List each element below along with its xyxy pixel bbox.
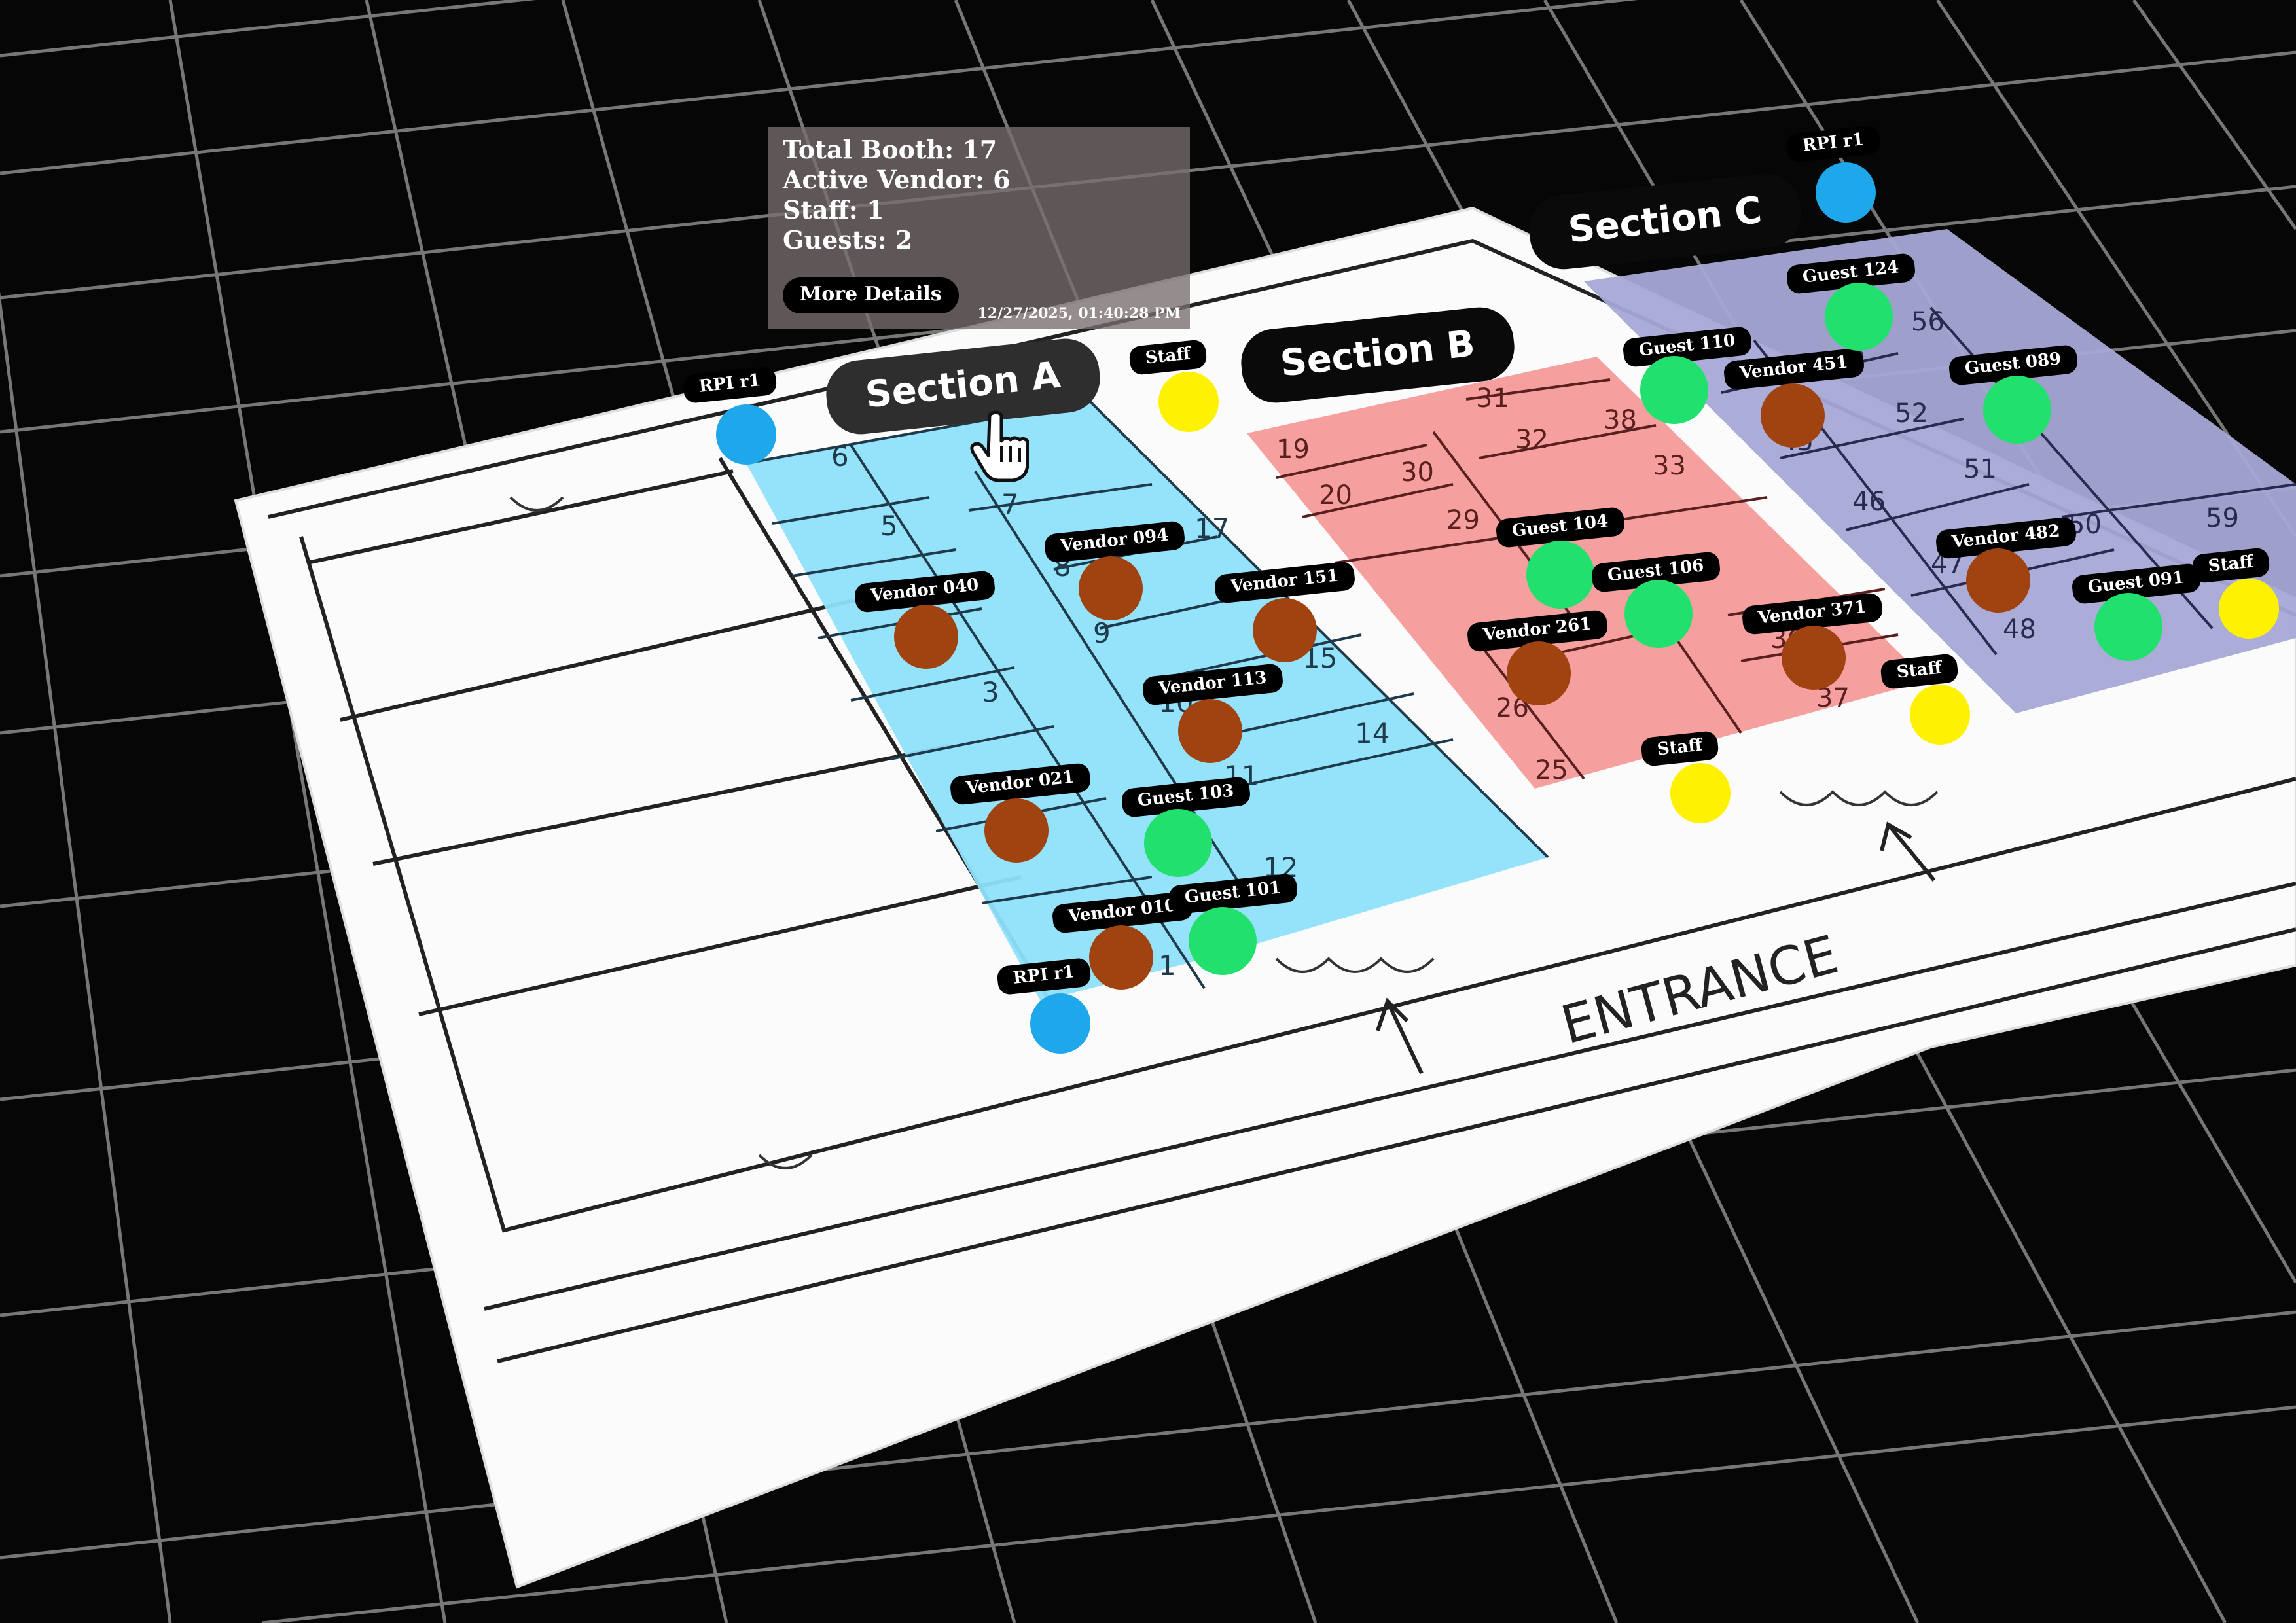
svg-text:31: 31 xyxy=(1476,383,1509,414)
guest-marker[interactable] xyxy=(1825,283,1893,351)
svg-text:29: 29 xyxy=(1446,505,1480,535)
staff-stat: Staff: 1 xyxy=(783,195,884,224)
timestamp: 12/27/2025, 01:40:28 PM xyxy=(977,305,1181,322)
svg-text:9: 9 xyxy=(1093,617,1111,649)
vendor-marker[interactable] xyxy=(1966,548,2030,613)
svg-text:51: 51 xyxy=(1964,454,1997,484)
svg-text:3: 3 xyxy=(982,676,999,708)
svg-text:19: 19 xyxy=(1276,435,1310,465)
guests-stat: Guests: 2 xyxy=(783,225,913,255)
vendor-marker[interactable] xyxy=(894,605,958,669)
rpi-marker[interactable] xyxy=(1030,993,1090,1054)
vendor-marker[interactable] xyxy=(1507,641,1571,705)
svg-text:38: 38 xyxy=(1604,405,1637,435)
svg-text:32: 32 xyxy=(1515,425,1549,455)
vendor-marker[interactable] xyxy=(1178,699,1242,763)
svg-text:14: 14 xyxy=(1355,717,1390,749)
staff-marker[interactable] xyxy=(1670,763,1731,823)
vendor-marker[interactable] xyxy=(1079,556,1143,620)
active-vendor-stat: Active Vendor: 6 xyxy=(783,165,1011,194)
section-stats-panel: Total Booth: 17 Active Vendor: 6 Staff: … xyxy=(768,127,1190,329)
svg-text:1: 1 xyxy=(1158,950,1176,982)
staff-marker[interactable] xyxy=(2219,579,2279,639)
pointer-hand-icon xyxy=(970,410,1029,482)
staff-marker[interactable] xyxy=(1158,372,1219,432)
more-details-button[interactable]: More Details xyxy=(783,277,959,313)
svg-text:20: 20 xyxy=(1319,480,1352,510)
guest-marker[interactable] xyxy=(1983,376,2051,444)
svg-text:48: 48 xyxy=(2003,615,2036,645)
vendor-marker[interactable] xyxy=(1761,383,1825,448)
guest-marker[interactable] xyxy=(1189,907,1257,975)
svg-text:56: 56 xyxy=(1911,307,1945,337)
vendor-marker[interactable] xyxy=(984,798,1049,863)
svg-text:52: 52 xyxy=(1895,399,1928,429)
svg-text:30: 30 xyxy=(1401,457,1434,488)
guest-marker[interactable] xyxy=(1526,541,1594,609)
rpi-marker[interactable] xyxy=(1816,162,1876,223)
guest-marker[interactable] xyxy=(1144,809,1212,877)
total-booth-stat: Total Booth: 17 xyxy=(783,135,997,164)
guest-marker[interactable] xyxy=(1624,580,1693,648)
svg-text:46: 46 xyxy=(1852,487,1886,517)
staff-marker[interactable] xyxy=(1910,685,1970,745)
guest-marker[interactable] xyxy=(1640,356,1708,424)
svg-text:59: 59 xyxy=(2206,503,2239,533)
svg-text:17: 17 xyxy=(1194,512,1229,544)
vendor-marker[interactable] xyxy=(1253,598,1317,662)
svg-text:5: 5 xyxy=(880,510,898,542)
vendor-marker[interactable] xyxy=(1089,925,1153,990)
vendor-marker[interactable] xyxy=(1782,626,1846,690)
rpi-marker[interactable] xyxy=(716,404,776,465)
svg-text:33: 33 xyxy=(1653,451,1686,481)
guest-marker[interactable] xyxy=(2094,593,2162,661)
svg-text:25: 25 xyxy=(1535,755,1568,785)
svg-text:7: 7 xyxy=(1001,488,1019,520)
svg-text:6: 6 xyxy=(831,440,849,473)
